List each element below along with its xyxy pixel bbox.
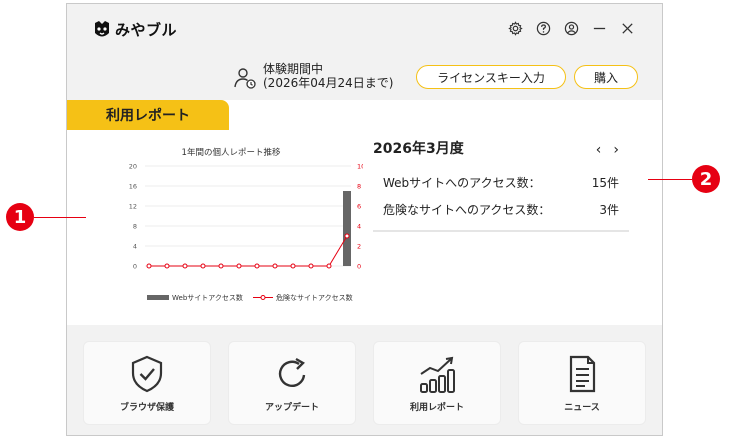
settings-gear-icon[interactable]: [506, 19, 524, 37]
trial-until: (2026年04月24日まで): [263, 76, 394, 90]
trial-label: 体験期間中: [263, 62, 324, 76]
point-danger-access: [236, 263, 242, 269]
tile-usage-report-label: 利用レポート: [409, 402, 464, 413]
y2-tick-label: 8: [357, 183, 361, 191]
tile-update[interactable]: アップデート: [228, 341, 356, 425]
month-nav: ‹ ›: [596, 142, 619, 158]
shield-check-icon: [131, 355, 163, 392]
y-tick-label: 8: [133, 223, 137, 231]
danger-access-value: 3件: [599, 203, 619, 217]
summary-divider: [373, 230, 629, 232]
y2-tick-label: 4: [357, 223, 361, 231]
feature-tiles: ブラウザ保護 アップデート 利用レポート ニュース: [83, 341, 648, 425]
account-icon[interactable]: [562, 19, 580, 37]
point-danger-access: [146, 263, 152, 269]
monthly-summary: 2026年3月度 ‹ › Webサイトへのアクセス数： 15件 危険なサイトへの…: [373, 138, 629, 232]
legend-swatch-danger-marker: [260, 295, 266, 300]
month-title: 2026年3月度: [373, 141, 464, 157]
bar-web-access: [343, 191, 351, 266]
y2-tick-label: 2: [357, 243, 361, 251]
chart-title: 1年間の個人レポート推移: [182, 147, 281, 158]
title-bar: みやブル: [67, 4, 662, 56]
yearly-report-chart: 1年間の個人レポート推移 0 4 8 12 16 20 0 2 4 6 8 10 Webサイトアクセ…: [129, 147, 363, 302]
point-danger-access: [200, 263, 206, 269]
point-danger-access: [290, 263, 296, 269]
point-danger-access: [164, 263, 170, 269]
point-danger-access: [344, 233, 350, 239]
point-danger-access: [326, 263, 332, 269]
web-access-label: Webサイトへのアクセス数：: [383, 176, 541, 190]
report-panel: 利用レポート 1年間の個人レポート推移 0 4 8 12 16 20 0 2 4 6 8 10 We…: [67, 100, 662, 325]
y-tick-label: 12: [129, 203, 137, 211]
danger-access-label: 危険なサイトへのアクセス数：: [383, 203, 551, 217]
minimize-icon[interactable]: [590, 19, 608, 37]
point-danger-access: [218, 263, 224, 269]
license-key-button[interactable]: ライセンスキー入力: [416, 65, 566, 89]
web-access-value: 15件: [591, 176, 619, 190]
y2-tick-label: 6: [357, 203, 361, 211]
point-danger-access: [272, 263, 278, 269]
close-icon[interactable]: [618, 19, 636, 37]
y-tick-label: 20: [129, 163, 137, 171]
legend-danger-label: 危険なサイトアクセス数: [276, 293, 353, 302]
point-danger-access: [182, 263, 188, 269]
user-clock-icon: [234, 68, 256, 89]
help-icon[interactable]: [534, 19, 552, 37]
tile-news[interactable]: ニュース: [518, 341, 646, 425]
y2-tick-label: 10: [357, 163, 363, 171]
tile-browser-protection-label: ブラウザ保護: [119, 402, 174, 413]
prev-month-button[interactable]: ‹: [596, 142, 602, 158]
point-danger-access: [308, 263, 314, 269]
screenshot-stage: みやブル 体験期間中 (2026年04月24日まで) ライセンスキー入力 購入 …: [0, 0, 730, 440]
web-access-row: Webサイトへのアクセス数： 15件: [373, 174, 629, 191]
refresh-icon: [278, 357, 306, 387]
danger-access-row: 危険なサイトへのアクセス数： 3件: [373, 201, 629, 218]
legend-swatch-web: [147, 295, 169, 300]
tile-update-label: アップデート: [264, 402, 319, 413]
report-tab: 利用レポート: [67, 100, 229, 130]
next-month-button[interactable]: ›: [613, 142, 619, 158]
callout-2-line: [648, 179, 692, 180]
app-name: みやブル: [115, 21, 178, 39]
app-logo: みやブル: [93, 19, 177, 40]
window-controls: [506, 19, 636, 37]
point-danger-access: [254, 263, 260, 269]
legend-web-label: Webサイトアクセス数: [172, 293, 243, 302]
license-bar: 体験期間中 (2026年04月24日まで) ライセンスキー入力 購入: [67, 58, 662, 98]
tile-news-label: ニュース: [564, 402, 600, 413]
callout-1: 1: [6, 203, 34, 231]
app-logo-icon: [95, 20, 109, 36]
document-icon: [569, 355, 596, 392]
y-tick-label: 0: [133, 263, 137, 271]
trial-status: 体験期間中 (2026年04月24日まで): [263, 62, 393, 90]
y2-tick-label: 0: [357, 263, 361, 271]
y-tick-label: 16: [129, 183, 137, 191]
callout-1-line: [34, 217, 86, 218]
tile-usage-report[interactable]: 利用レポート: [373, 341, 501, 425]
bar-chart-icon: [420, 356, 455, 393]
callout-2: 2: [692, 165, 720, 193]
tile-browser-protection[interactable]: ブラウザ保護: [83, 341, 211, 425]
line-danger-access: [149, 235, 348, 267]
buy-button[interactable]: 購入: [574, 65, 638, 89]
y-tick-label: 4: [133, 243, 137, 251]
app-window: みやブル 体験期間中 (2026年04月24日まで) ライセンスキー入力 購入 …: [66, 3, 663, 436]
